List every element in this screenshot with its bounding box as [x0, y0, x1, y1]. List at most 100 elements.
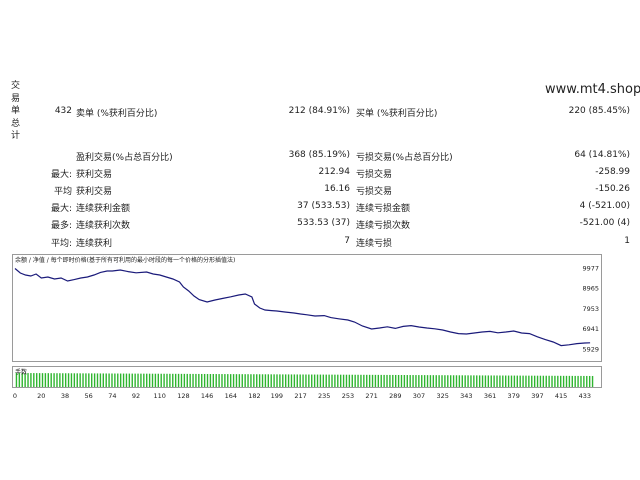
volume-bar: [50, 373, 52, 387]
volume-bar: [122, 373, 125, 387]
side-label-char: 交: [11, 81, 21, 91]
volume-bar: [180, 373, 183, 387]
y-tick-label: 9977: [582, 264, 599, 272]
x-tick-label: 217: [294, 392, 306, 400]
volume-bar: [470, 375, 472, 387]
volume-bar: [363, 374, 365, 387]
x-tick-label: 271: [365, 392, 377, 400]
volume-bar: [189, 373, 191, 387]
volume-bar: [565, 375, 568, 387]
volume-bar: [354, 374, 356, 387]
volume-bar: [502, 375, 504, 387]
x-tick-label: 20: [37, 392, 45, 400]
max-consec-losses-label: 连续亏损金额: [356, 204, 411, 214]
volume-bar: [88, 373, 90, 387]
volume-bar: [235, 374, 238, 387]
average-label: 平均: [53, 187, 72, 197]
volume-bar: [261, 374, 264, 387]
volume-bar: [455, 375, 458, 387]
volume-bar: [151, 373, 154, 387]
volume-bar: [383, 374, 385, 387]
volume-bar: [571, 375, 573, 387]
volume-bar: [368, 374, 371, 387]
max-consec-losses-value: 4 (-521.00): [579, 201, 630, 211]
volume-bar: [131, 373, 133, 387]
x-tick-label: 235: [318, 392, 330, 400]
chart-frame: [12, 254, 602, 362]
volume-bar: [47, 373, 49, 387]
volume-bar: [206, 373, 209, 387]
lots-volume-chart: 手数: [12, 366, 602, 388]
volume-bar: [73, 373, 76, 387]
volume-bar: [224, 374, 226, 387]
volume-bar: [461, 375, 463, 387]
volume-bar: [212, 374, 215, 387]
sell-trades-label: 卖单 (%获利百分比): [76, 109, 158, 119]
volume-bar: [476, 375, 478, 387]
volume-bar: [62, 373, 64, 387]
volume-bar: [299, 374, 301, 387]
volume-bar: [568, 375, 571, 387]
volume-bar: [536, 375, 539, 387]
volume-bar: [319, 374, 322, 387]
volume-bar: [586, 375, 588, 387]
volume-bar: [38, 373, 41, 387]
volume-bar: [560, 375, 562, 387]
max-consec-loss-value: -521.00 (4): [579, 218, 630, 228]
largest-loss-label: 亏损交易: [356, 170, 393, 180]
volume-bar: [403, 375, 406, 387]
volume-bar: [371, 374, 374, 387]
volume-label: 手数: [15, 368, 27, 376]
volume-bar: [397, 374, 400, 387]
volume-bar: [426, 375, 429, 387]
volume-bar: [44, 373, 47, 387]
x-tick-labels: 0 20 38 56 74 92 110 128 146 164 182 199 217 235 253 27…: [13, 392, 591, 400]
side-label-char: 易: [11, 93, 21, 104]
volume-bar: [487, 375, 490, 387]
volume-bar: [531, 375, 533, 387]
average2-label: 平均:: [50, 239, 72, 249]
volume-bar: [583, 375, 585, 387]
volume-bar: [342, 374, 345, 387]
y-tick-label: 6941: [582, 325, 599, 333]
volume-bar: [525, 375, 527, 387]
volume-bar: [166, 373, 168, 387]
site-watermark: www.mt4.shop: [545, 82, 640, 97]
side-label-char: 总: [11, 118, 21, 129]
volume-bar: [258, 374, 261, 387]
volume-bar: [183, 373, 186, 387]
volume-bar: [105, 373, 107, 387]
loss-trades-label: 亏损交易(%占总百分比): [356, 153, 453, 163]
volume-bar: [348, 374, 351, 387]
x-tick-label: 361: [484, 392, 496, 400]
volume-bar: [227, 374, 229, 387]
volume-bar: [441, 375, 443, 387]
max-consec-loss-label: 连续亏损次数: [356, 221, 411, 231]
largest-label: 最大:: [50, 170, 72, 180]
volume-bar: [111, 373, 113, 387]
volume-bar: [311, 374, 313, 387]
x-tick-label: 0: [13, 392, 17, 400]
x-tick-label: 164: [225, 392, 237, 400]
x-tick-label: 379: [508, 392, 520, 400]
volume-bar: [177, 373, 180, 387]
volume-bar: [464, 375, 466, 387]
volume-bar: [33, 373, 35, 387]
avg-consec-wins-value: 7: [344, 236, 350, 246]
x-tick-label: 146: [201, 392, 213, 400]
volume-bar: [253, 374, 255, 387]
volume-bar: [102, 373, 104, 387]
volume-bar: [160, 373, 162, 387]
max-consec-wins-label: 连续获利金额: [76, 204, 131, 214]
volume-bar: [507, 375, 510, 387]
volume-bar: [215, 374, 217, 387]
volume-bar: [554, 375, 556, 387]
avg-profit-value: 16.16: [324, 184, 350, 194]
volume-bar: [313, 374, 316, 387]
volume-bar: [114, 373, 116, 387]
volume-bar: [293, 374, 296, 387]
volume-bar: [516, 375, 518, 387]
volume-bar: [458, 375, 461, 387]
y-tick-label: 7953: [582, 305, 599, 313]
volume-bar: [449, 375, 452, 387]
